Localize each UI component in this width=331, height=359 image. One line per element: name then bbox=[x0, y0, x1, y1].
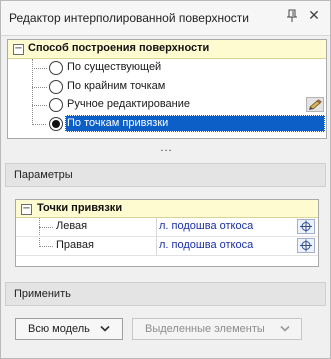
parameters-section-header[interactable]: Параметры bbox=[5, 163, 326, 187]
construction-method-group: − Способ построения поверхности По сущес… bbox=[7, 39, 327, 139]
button-label: Выделенные элементы bbox=[145, 323, 265, 335]
edit-pencil-icon[interactable] bbox=[306, 97, 324, 112]
chevron-down-icon bbox=[100, 324, 110, 332]
crosshair-icon[interactable] bbox=[297, 219, 315, 234]
apply-all-model-button[interactable]: Всю модель bbox=[15, 318, 123, 340]
option-label: По точкам привязки bbox=[67, 117, 169, 129]
option-edge-points[interactable]: По крайним точкам bbox=[8, 78, 326, 96]
collapse-icon[interactable]: − bbox=[13, 44, 24, 55]
pin-icon[interactable] bbox=[285, 8, 299, 24]
option-existing[interactable]: По существующей bbox=[8, 59, 326, 77]
title-bar: Редактор интерполированной поверхности ✕ bbox=[1, 1, 330, 36]
option-anchor-points[interactable]: По точкам привязки bbox=[8, 115, 326, 133]
splitter-handle[interactable]: ... bbox=[1, 142, 331, 154]
property-name: Правая bbox=[56, 239, 94, 251]
grid-group-header[interactable]: − Точки привязки bbox=[16, 200, 318, 218]
radio-button[interactable] bbox=[49, 117, 63, 131]
apply-selected-elements-button[interactable]: Выделенные элементы bbox=[132, 318, 302, 340]
window-title: Редактор интерполированной поверхности bbox=[9, 11, 249, 25]
button-label: Всю модель bbox=[28, 323, 90, 335]
property-name: Левая bbox=[56, 220, 88, 232]
radio-button[interactable] bbox=[49, 61, 63, 75]
property-value[interactable]: л. подошва откоса bbox=[159, 220, 253, 232]
option-manual-edit[interactable]: Ручное редактирование bbox=[8, 96, 326, 114]
group-header[interactable]: − Способ построения поверхности bbox=[8, 40, 326, 59]
collapse-icon[interactable]: − bbox=[21, 204, 32, 215]
crosshair-icon[interactable] bbox=[297, 238, 315, 253]
option-label: По существующей bbox=[67, 61, 162, 73]
apply-section-header[interactable]: Применить bbox=[5, 282, 326, 306]
anchor-points-grid: − Точки привязки Левая л. подошва откоса… bbox=[15, 199, 319, 267]
radio-button[interactable] bbox=[49, 80, 63, 94]
property-row-right[interactable]: Правая л. подошва откоса bbox=[16, 237, 318, 256]
close-icon[interactable]: ✕ bbox=[307, 7, 321, 23]
section-title: Применить bbox=[14, 288, 71, 300]
property-value[interactable]: л. подошва откоса bbox=[159, 239, 253, 251]
option-label: По крайним точкам bbox=[67, 80, 166, 92]
property-row-left[interactable]: Левая л. подошва откоса bbox=[16, 218, 318, 237]
group-title: Способ построения поверхности bbox=[28, 42, 210, 54]
surface-editor-window: Редактор интерполированной поверхности ✕… bbox=[0, 0, 331, 359]
chevron-down-icon bbox=[280, 324, 290, 332]
radio-button[interactable] bbox=[49, 98, 63, 112]
grid-group-title: Точки привязки bbox=[37, 202, 123, 214]
section-title: Параметры bbox=[14, 169, 73, 181]
option-label: Ручное редактирование bbox=[67, 98, 190, 110]
